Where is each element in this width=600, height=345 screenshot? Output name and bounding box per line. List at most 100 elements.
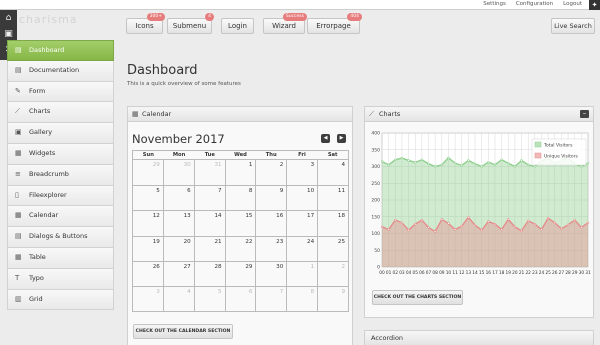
calendar-day-cell[interactable]: 21 xyxy=(193,236,225,261)
calendar-prev-button[interactable]: ◀ xyxy=(321,134,330,143)
sidebar-item-documentation[interactable]: ▤ Documentation xyxy=(7,60,114,82)
nav-wizard-button[interactable]: Wizard Success xyxy=(263,13,307,34)
collapse-icon[interactable]: – xyxy=(580,110,589,118)
dashboard-icon: ▤ xyxy=(15,46,22,54)
app-logo[interactable]: charisma xyxy=(19,13,78,26)
configuration-link[interactable]: Configuration xyxy=(516,1,553,7)
x-tick-label: 03 xyxy=(399,270,405,276)
calendar-day-cell[interactable]: 17 xyxy=(286,211,317,236)
calendar-day-cell[interactable]: 5 xyxy=(133,186,163,210)
calendar-day-cell[interactable]: 20 xyxy=(162,236,194,261)
calendar-day-cell[interactable]: 8 xyxy=(224,186,256,211)
calendar-day-cell[interactable]: 24 xyxy=(286,236,317,261)
calendar-day-cell[interactable]: 29 xyxy=(133,160,163,185)
charts-section-button[interactable]: CHECK OUT THE CHARTS SECTION xyxy=(372,290,463,305)
sidebar-item-grid[interactable]: ▥ Grid xyxy=(7,289,114,311)
data-point xyxy=(433,165,437,168)
file-icon: ▯ xyxy=(15,190,19,199)
calendar-day-cell[interactable]: 30 xyxy=(255,261,286,286)
x-tick-label: 27 xyxy=(559,270,565,276)
calendar-day-cell[interactable]: 6 xyxy=(162,186,194,211)
calendar-day-cell[interactable]: 25 xyxy=(317,236,348,261)
calendar-day-cell[interactable]: 27 xyxy=(162,261,194,286)
calendar-day-cell[interactable]: 30 xyxy=(162,160,194,186)
sidebar-item-typo[interactable]: T Typo xyxy=(7,268,114,290)
calendar-day-cell[interactable]: 1 xyxy=(286,261,317,286)
calendar-day-cell[interactable]: 2 xyxy=(317,261,348,286)
x-tick-label: 21 xyxy=(519,270,525,276)
calendar-icon: ▦ xyxy=(15,211,22,220)
document-icon: ▤ xyxy=(15,65,22,74)
calendar-day-cell[interactable]: 9 xyxy=(255,186,286,211)
accordion-widget: Accordion xyxy=(364,330,594,345)
x-tick-label: 29 xyxy=(572,270,578,276)
calendar-day-cell[interactable]: 26 xyxy=(133,262,163,286)
home-icon[interactable]: ⌂ xyxy=(0,10,17,26)
nav-wizard-label: Wizard xyxy=(272,22,296,30)
nav-icons-badge: 300+ xyxy=(146,13,165,21)
calendar-day-cell[interactable]: 11 xyxy=(317,186,348,211)
data-point xyxy=(580,165,583,168)
x-tick-label: 23 xyxy=(532,270,538,276)
calendar-day-cell[interactable]: 7 xyxy=(255,286,286,312)
sidebar-item-label: Fileexplorer xyxy=(29,190,67,199)
calendar-day-cell[interactable]: 3 xyxy=(133,287,163,311)
charts-widget-header[interactable]: ⟋ Charts – xyxy=(365,107,593,122)
sidebar-item-dashboard[interactable]: ▤ Dashboard xyxy=(7,40,114,61)
calendar-day-cell[interactable]: 3 xyxy=(286,160,317,186)
calendar-day-cell[interactable]: 8 xyxy=(286,286,317,312)
calendar-day-cell[interactable]: 7 xyxy=(193,186,225,211)
calendar-day-cell[interactable]: 18 xyxy=(317,211,348,236)
accordion-widget-header[interactable]: Accordion xyxy=(365,331,593,345)
form-icon: ✎ xyxy=(15,86,21,95)
calendar-day-cell[interactable]: 4 xyxy=(317,160,348,186)
calendar-widget-header[interactable]: ▦ Calendar xyxy=(128,107,352,122)
calendar-day-cell[interactable]: 22 xyxy=(224,236,256,261)
top-links: Settings Configuration Logout xyxy=(483,1,582,7)
calendar-day-cell[interactable]: 12 xyxy=(133,211,163,235)
calendar-day-cell[interactable]: 28 xyxy=(193,261,225,286)
sidebar-item-gallery[interactable]: ▣ Gallery xyxy=(7,123,114,144)
sidebar-item-fileexplorer[interactable]: ▯ Fileexplorer xyxy=(7,185,114,207)
calendar-day-cell[interactable]: 15 xyxy=(224,211,256,236)
sidebar-item-breadcrumb[interactable]: ≡ Breadcrumb xyxy=(7,164,114,186)
calendar-day-cell[interactable]: 31 xyxy=(193,160,225,186)
calendar-day-cell[interactable]: 13 xyxy=(162,211,194,236)
logout-link[interactable]: Logout xyxy=(563,1,582,7)
weekday-label: Thu xyxy=(265,152,277,158)
nav-login-button[interactable]: Login xyxy=(221,18,254,34)
calendar-day-cell[interactable]: 5 xyxy=(193,286,225,312)
x-tick-label: 14 xyxy=(472,270,478,276)
nav-icons-button[interactable]: Icons 300+ xyxy=(126,13,165,34)
x-tick-label: 16 xyxy=(486,270,492,276)
data-point xyxy=(400,156,404,160)
calendar-day-cell[interactable]: 6 xyxy=(224,286,256,312)
calendar-day-cell[interactable]: 16 xyxy=(255,211,286,236)
calendar-day-cell[interactable]: 2 xyxy=(255,160,286,186)
calendar-day-cell[interactable]: 19 xyxy=(133,237,163,261)
settings-gear-icon[interactable]: ✦ xyxy=(589,0,600,10)
calendar-day-cell[interactable]: 9 xyxy=(317,286,348,312)
data-point xyxy=(394,158,397,161)
settings-link[interactable]: Settings xyxy=(483,1,506,7)
data-point xyxy=(414,222,417,226)
sidebar-item-charts[interactable]: ⟋ Charts xyxy=(7,102,114,124)
sidebar-item-table[interactable]: ▦ Table xyxy=(7,247,114,269)
live-search-button[interactable]: Live Search xyxy=(551,18,595,34)
calendar-day-cell[interactable]: 14 xyxy=(193,211,225,236)
sidebar-item-form[interactable]: ✎ Form xyxy=(7,81,114,103)
calendar-day-cell[interactable]: 1 xyxy=(224,160,256,186)
sidebar-item-dialogs[interactable]: ▤ Dialogs & Buttons xyxy=(7,227,114,248)
sidebar-item-calendar[interactable]: ▦ Calendar xyxy=(7,206,114,228)
sidebar-item-widgets[interactable]: ▦ Widgets xyxy=(7,143,114,165)
calendar-day-cell[interactable]: 4 xyxy=(162,286,194,312)
data-point xyxy=(414,161,417,164)
x-tick-label: 20 xyxy=(512,270,518,276)
calendar-day-cell[interactable]: 10 xyxy=(286,186,317,211)
nav-errorpage-button[interactable]: Errorpage 404 xyxy=(307,13,362,34)
calendar-next-button[interactable]: ▶ xyxy=(337,134,346,143)
calendar-section-button[interactable]: CHECK OUT THE CALENDAR SECTION xyxy=(133,324,233,339)
calendar-day-cell[interactable]: 23 xyxy=(255,236,286,261)
calendar-day-cell[interactable]: 29 xyxy=(224,261,256,286)
nav-submenu-button[interactable]: Submenu 4 xyxy=(167,13,214,34)
